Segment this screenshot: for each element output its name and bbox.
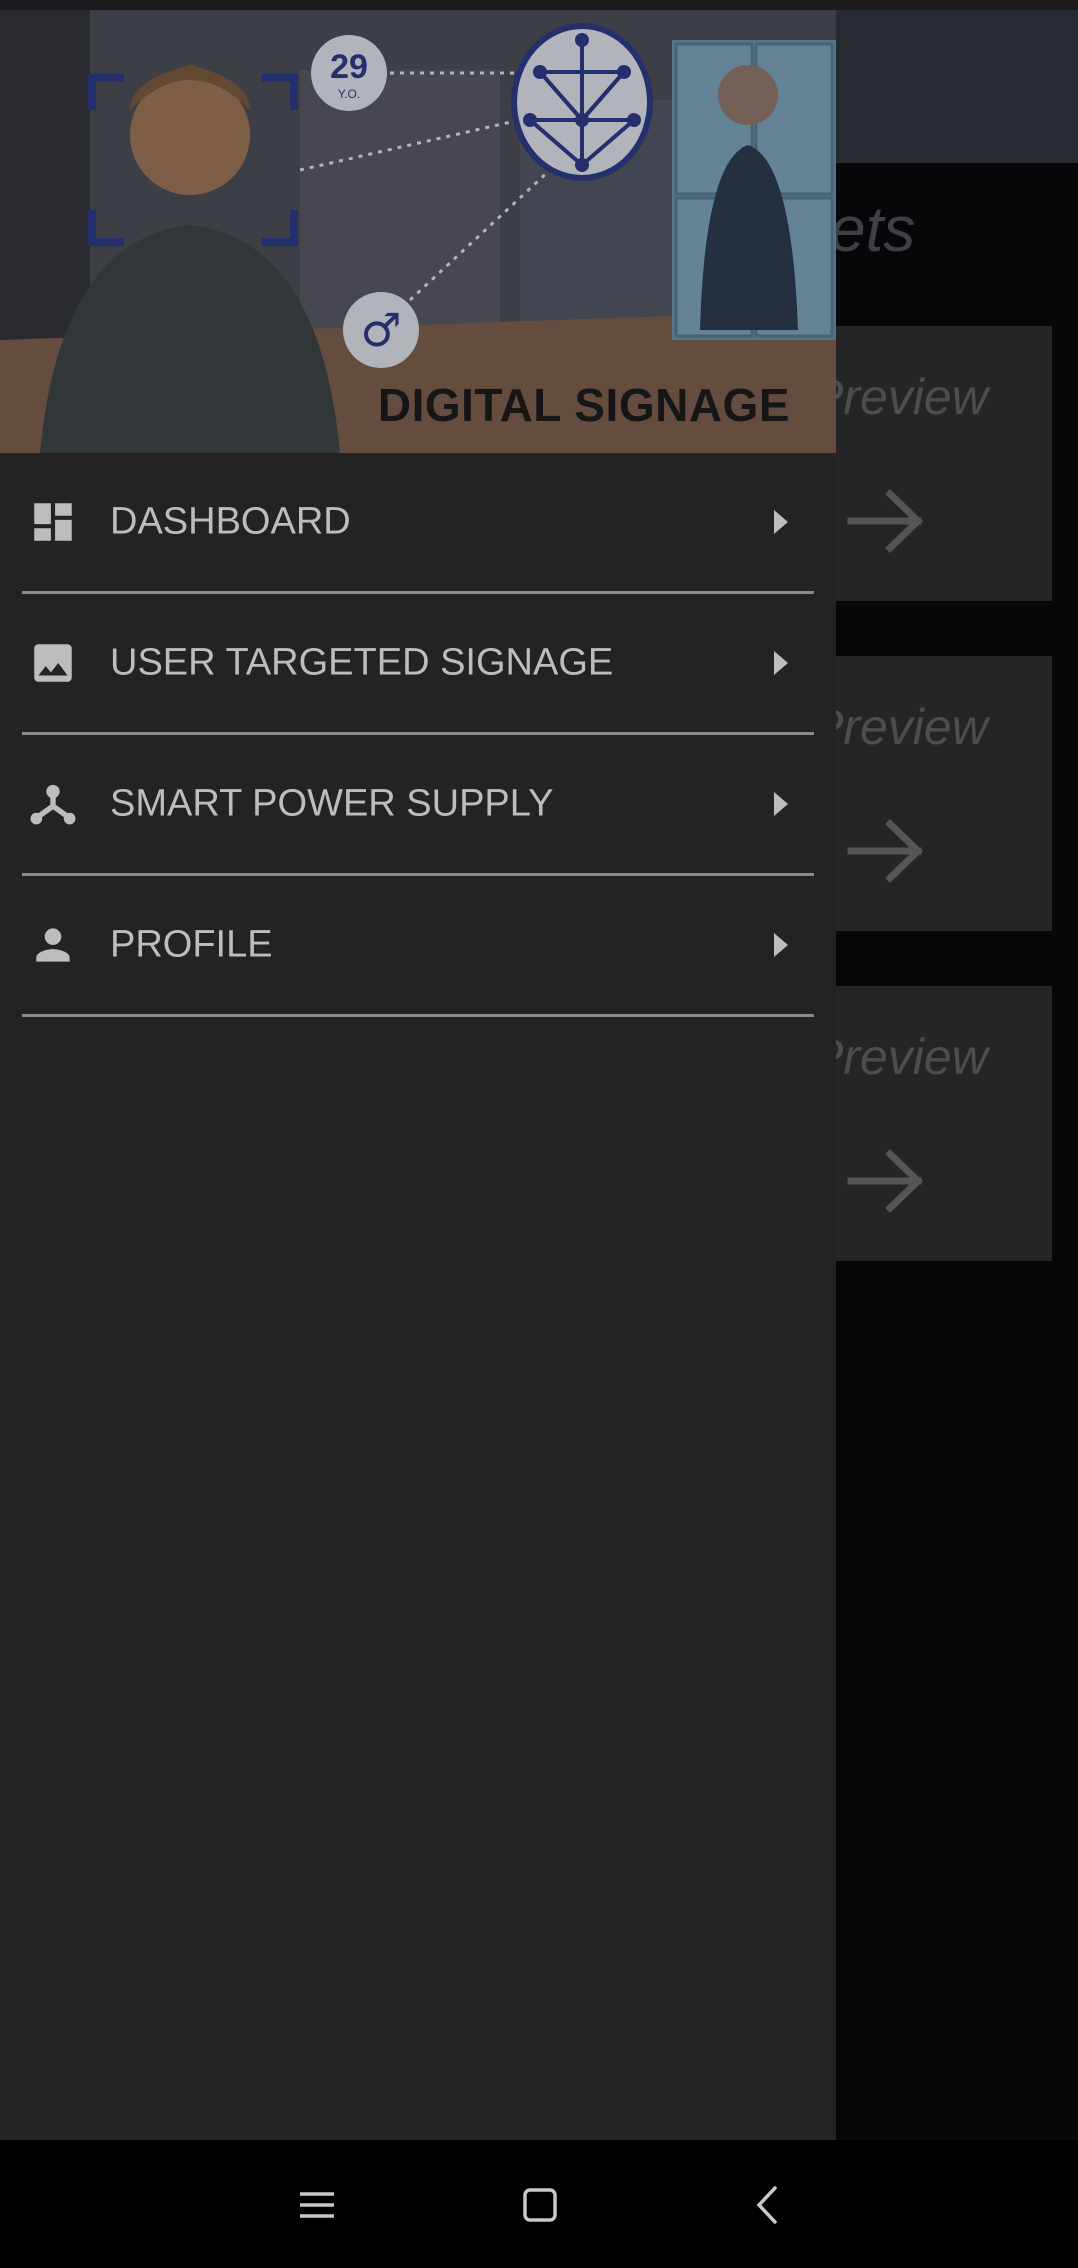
home-square-icon[interactable] (505, 2170, 575, 2240)
caret-right-icon (774, 933, 788, 957)
menu-item-profile[interactable]: PROFILE (22, 876, 814, 1017)
navigation-drawer: 29 Y.O. ♂ DIGITAL SIGNAGE DASHBOARD USER… (0, 10, 836, 2140)
drawer-header-title: DIGITAL SIGNAGE (377, 379, 790, 431)
background-card[interactable]: Preview (800, 986, 1052, 1261)
system-navigation-bar (0, 2140, 1078, 2268)
card-preview-label: Preview (810, 699, 988, 755)
menu-item-label: DASHBOARD (110, 500, 351, 543)
menu-item-user-targeted-signage[interactable]: USER TARGETED SIGNAGE (22, 594, 814, 735)
menu-item-dashboard[interactable]: DASHBOARD (22, 453, 814, 594)
caret-right-icon (774, 510, 788, 534)
dashboard-icon (34, 503, 72, 541)
person-icon (36, 928, 70, 962)
menu-item-smart-power-supply[interactable]: SMART POWER SUPPLY (22, 735, 814, 876)
background-page-title: ets (830, 193, 916, 265)
arrow-right-icon (847, 1149, 924, 1213)
card-preview-label: Preview (810, 1029, 988, 1085)
menu-icon[interactable] (282, 2170, 352, 2240)
caret-right-icon (774, 651, 788, 675)
image-icon (34, 644, 72, 682)
status-bar (0, 0, 1078, 10)
hub-icon (30, 784, 76, 825)
back-chevron-icon[interactable] (733, 2170, 803, 2240)
menu-item-label: PROFILE (110, 923, 273, 966)
drawer-menu: DASHBOARD USER TARGETED SIGNAGE SMART PO… (0, 453, 836, 1017)
background-card[interactable]: Preview (800, 326, 1052, 601)
menu-item-label: USER TARGETED SIGNAGE (110, 641, 614, 684)
arrow-right-icon (847, 489, 924, 553)
card-preview-label: Preview (810, 369, 988, 425)
arrow-right-icon (847, 819, 924, 883)
background-card[interactable]: Preview (800, 656, 1052, 931)
menu-item-label: SMART POWER SUPPLY (110, 782, 554, 825)
drawer-header-image: 29 Y.O. ♂ DIGITAL SIGNAGE (0, 10, 836, 453)
caret-right-icon (774, 792, 788, 816)
